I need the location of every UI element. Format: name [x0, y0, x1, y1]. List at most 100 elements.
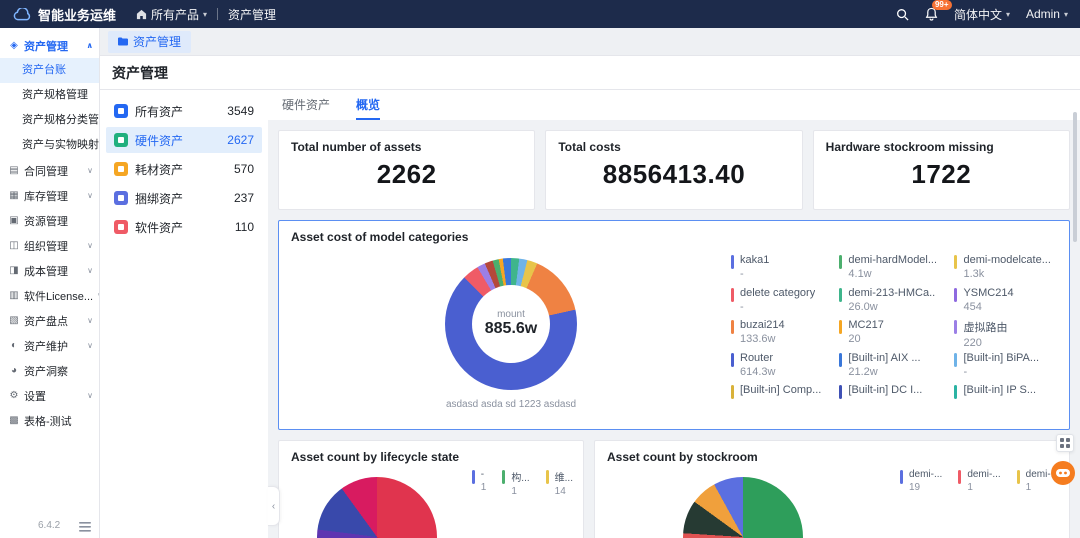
license-icon: ▥: [9, 290, 19, 301]
sidebar-item[interactable]: ◈ 资产管理 ∧: [0, 33, 99, 58]
sidebar-collapse-icon[interactable]: [79, 522, 91, 532]
home-icon: [136, 9, 147, 19]
language-selector[interactable]: 简体中文 ▾: [954, 6, 1010, 23]
chevron-down-icon: ∨: [87, 191, 93, 200]
sidebar-subitem[interactable]: 资产规格分类管理: [0, 108, 99, 133]
chevron-up-icon: ∧: [86, 41, 94, 50]
legend-name: YSMC214: [963, 286, 1014, 299]
org-icon: ◫: [9, 240, 19, 251]
type-list-item[interactable]: 耗材资产 570: [106, 156, 262, 182]
legend-value: 220: [963, 337, 982, 350]
content-panel: ‹ 硬件资产 概览 Total number of assets 2262 Total…: [268, 90, 1080, 538]
legend-item[interactable]: MC217 20: [839, 319, 938, 352]
notifications-button[interactable]: 99+: [925, 0, 952, 21]
sidebar-item[interactable]: ◕ 资产洞察: [0, 358, 99, 383]
legend-item[interactable]: [Built-in] BiPA... -: [954, 352, 1053, 385]
collapse-panel-icon[interactable]: ‹: [268, 486, 280, 526]
legend-item[interactable]: [Built-in] DC I...: [839, 384, 938, 417]
legend-marker: [954, 385, 958, 400]
sidebar-item[interactable]: ▧ 资产盘点 ∨: [0, 308, 99, 333]
nav-current-product[interactable]: 资产管理: [228, 6, 276, 23]
legend-marker: [954, 320, 958, 335]
legend-name: demi-...: [908, 469, 943, 480]
type-list-label: 硬件资产: [135, 133, 184, 148]
bundle-assets-icon: [114, 191, 128, 205]
content-tab[interactable]: 概览: [356, 90, 381, 120]
type-list-item[interactable]: 捆绑资产 237: [106, 185, 262, 211]
legend-item[interactable]: demi-modelcate... 1.3k: [954, 254, 1053, 287]
legend-item[interactable]: YSMC214 454: [954, 287, 1053, 320]
assistant-button[interactable]: [1050, 460, 1076, 486]
legend-marker: [731, 255, 734, 269]
sidebar-item[interactable]: ◫ 组织管理 ∨: [0, 233, 99, 258]
legend-name: [Built-in] AIX ...: [848, 351, 921, 364]
chart-footnote: asdasd asda sd 1223 asdasd: [445, 398, 577, 410]
chevron-down-icon: ▾: [203, 9, 208, 19]
version-label: 6.4.2: [38, 520, 61, 531]
pie-chart-2[interactable]: [683, 477, 803, 538]
content-tab[interactable]: 硬件资产: [282, 90, 330, 120]
legend-item[interactable]: -1: [471, 469, 486, 498]
legend-item[interactable]: demi-213-HMCa... 26.0w: [839, 287, 938, 320]
sidebar-subitem[interactable]: 资产台账: [0, 58, 99, 83]
hardware-assets-icon: [114, 133, 128, 147]
type-list-item[interactable]: 所有资产 3549: [106, 98, 262, 124]
table-test-icon: ▩: [9, 415, 19, 426]
sidebar-item[interactable]: ▩ 表格-测试: [0, 408, 99, 433]
pie-chart-1[interactable]: [317, 477, 437, 538]
user-menu[interactable]: Admin ▾: [1026, 7, 1068, 21]
widget-panel-button[interactable]: [1056, 434, 1074, 452]
legend-item[interactable]: demi-... 1: [958, 469, 1001, 494]
legend-marker: [731, 287, 734, 302]
sidebar-item[interactable]: ▥ 软件License...∨: [0, 283, 99, 308]
search-icon[interactable]: [896, 8, 909, 21]
legend-item[interactable]: 维... 14: [545, 469, 573, 498]
legend-item[interactable]: [Built-in] Comp...: [731, 384, 823, 417]
legend-marker: [839, 287, 843, 302]
stat-card-value: 1722: [911, 159, 972, 189]
sidebar-item[interactable]: ▦ 库存管理 ∨: [0, 183, 99, 208]
bottom-charts-row: Asset count by lifecycle state -1 构... 1 维.…: [278, 440, 1070, 538]
asset-type-list: 所有资产 3549 硬件资产 2627 耗材资产 570 捆绑资产 237 软件资产 110: [100, 90, 268, 538]
legend-value: 454: [963, 300, 982, 313]
open-tab-asset-management[interactable]: 资产管理: [108, 30, 192, 53]
legend-item[interactable]: buzai214 133.6w: [731, 319, 823, 352]
sidebar-item[interactable]: ◐ 资产维护 ∨: [0, 333, 99, 358]
legend-item[interactable]: delete category -: [731, 287, 823, 320]
legend-name: -: [480, 469, 485, 480]
content-tabs: 硬件资产 概览: [268, 90, 1080, 120]
sidebar-item[interactable]: ▤ 合同管理 ∨: [0, 158, 99, 183]
nav-current-product-label: 资产管理: [228, 7, 277, 22]
legend-name: demi-...: [967, 469, 1001, 480]
stat-card: Total number of assets 2262: [278, 130, 536, 210]
sidebar-item[interactable]: ◨ 成本管理 ∨: [0, 258, 99, 283]
model-categories-chart-card: Asset cost of model categories mount 885…: [278, 220, 1070, 430]
legend-item[interactable]: demi-hardModel... 4.1w: [839, 254, 938, 287]
legend-name: 构...: [511, 473, 530, 484]
legend-item[interactable]: Router 614.3w: [731, 352, 823, 385]
all-assets-icon: [114, 104, 128, 118]
type-list-count: 2627: [227, 133, 254, 147]
pie-legend-1: -1 构... 1 维... 14: [471, 469, 573, 498]
vertical-scrollbar[interactable]: [1073, 112, 1077, 242]
type-list-item[interactable]: 硬件资产 2627: [106, 127, 262, 153]
sidebar-item[interactable]: ▣ 资源管理: [0, 208, 99, 233]
page-body: 所有资产 3549 硬件资产 2627 耗材资产 570 捆绑资产 237 软件资产 110 ‹ …: [100, 90, 1080, 538]
legend-item[interactable]: [Built-in] IP S...: [954, 384, 1053, 417]
legend-name: Router: [740, 351, 774, 364]
sidebar-item[interactable]: ⚙ 设置 ∨: [0, 383, 99, 408]
legend-item[interactable]: demi-... 19: [899, 469, 943, 494]
legend-item[interactable]: kaka1 -: [731, 254, 823, 287]
legend-value: 26.0w: [848, 300, 878, 313]
donut-chart[interactable]: mount 885.6w: [445, 257, 577, 390]
type-list-item[interactable]: 软件资产 110: [106, 214, 262, 240]
legend-item[interactable]: 构... 1: [502, 469, 530, 498]
sidebar-subitem[interactable]: 资产与实物映射...: [0, 133, 99, 158]
legend-item[interactable]: 虚拟路由 220: [954, 319, 1053, 352]
insight-icon: ◕: [10, 365, 18, 376]
brand[interactable]: 智能业务运维: [12, 5, 116, 24]
nav-all-products[interactable]: 所有产品 ▾: [136, 6, 207, 23]
sidebar-subitem[interactable]: 资产规格管理: [0, 83, 99, 108]
stat-card-title: Total number of assets: [291, 140, 422, 154]
legend-item[interactable]: [Built-in] AIX ... 21.2w: [839, 352, 938, 385]
